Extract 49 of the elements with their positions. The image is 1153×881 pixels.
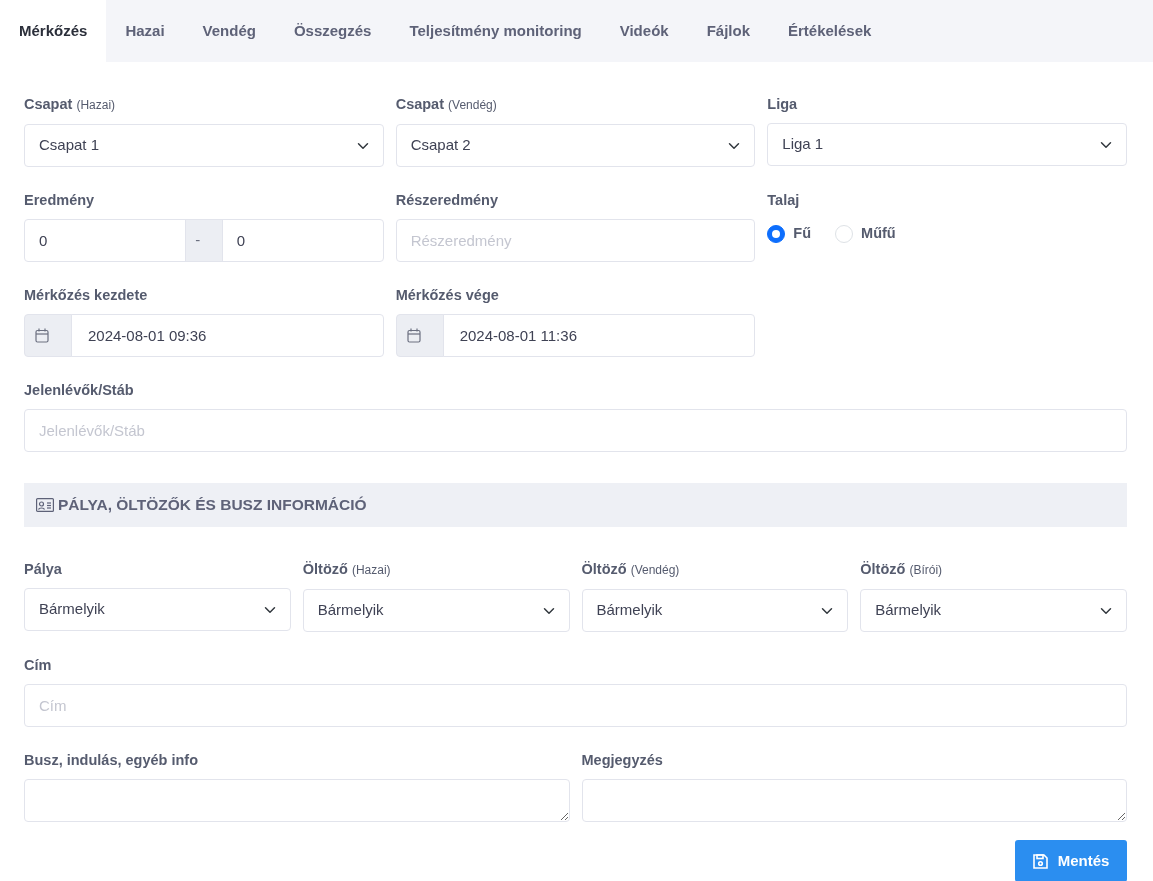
calendar-icon — [24, 314, 72, 357]
select-field[interactable]: Csapat 2 — [395, 124, 756, 167]
save-icon — [1032, 853, 1048, 869]
field-label: Részeredmény — [395, 191, 498, 210]
tab[interactable]: Értékelések — [769, 0, 891, 62]
date-field[interactable]: 2024-08-01 09:36 — [71, 314, 384, 357]
field-label: Öltöző (Hazai) — [302, 560, 391, 579]
tab[interactable]: Vendég — [183, 0, 275, 62]
score-field[interactable]: 0 — [221, 219, 384, 262]
field-label: Mérkőzés vége — [395, 286, 499, 305]
id-card-icon — [36, 498, 54, 512]
tab[interactable]: Összegzés — [274, 0, 391, 62]
select-field[interactable]: Bármelyik — [860, 589, 1127, 632]
radio-label: Műfű — [861, 224, 896, 243]
field-label: Megjegyzés — [581, 751, 663, 770]
section-title: PÁLYA, ÖLTÖZŐK ÉS BUSZ INFORMÁCIÓ — [58, 495, 367, 516]
radio-button[interactable] — [767, 224, 786, 243]
field-label: Jelenlévők/Stáb — [24, 381, 134, 400]
field-label: Cím — [24, 656, 52, 675]
field-label: Mérkőzés kezdete — [24, 286, 148, 305]
tab[interactable]: Videók — [600, 0, 688, 62]
field-label: Eredmény — [24, 191, 95, 210]
field-label: Öltöző (Vendég) — [581, 560, 680, 579]
radio-label: Fű — [793, 224, 812, 243]
select-field[interactable]: Csapat 1 — [24, 124, 384, 167]
field-label: Busz, indulás, egyéb info — [24, 751, 199, 770]
score-field[interactable]: 0 — [24, 219, 186, 262]
tab[interactable]: Hazai — [106, 0, 184, 62]
select-field[interactable]: Bármelyik — [24, 588, 291, 631]
tab[interactable]: Mérkőzés — [0, 0, 107, 62]
separator-label: - — [184, 219, 223, 262]
field-label: Talaj — [767, 191, 800, 210]
date-field[interactable]: 2024-08-01 11:36 — [442, 314, 756, 357]
input-field[interactable]: Részeredmény — [395, 219, 756, 262]
text-area[interactable] — [24, 779, 570, 822]
field-label: Csapat (Vendég) — [395, 95, 497, 114]
field-label: Liga — [767, 95, 798, 114]
select-field[interactable]: Bármelyik — [581, 589, 849, 632]
input-field[interactable]: Jelenlévők/Stáb — [24, 409, 1127, 452]
text-area[interactable] — [581, 779, 1127, 822]
input-field[interactable]: Cím — [24, 684, 1127, 727]
calendar-icon — [395, 314, 444, 357]
select-field[interactable]: Bármelyik — [302, 589, 570, 632]
field-label: Pálya — [24, 560, 62, 579]
select-field[interactable]: Liga 1 — [767, 123, 1127, 166]
tab[interactable]: Fájlok — [687, 0, 769, 62]
tab[interactable]: Teljesítmény monitoring — [390, 0, 601, 62]
field-label: Öltöző (Bírói) — [860, 560, 943, 579]
field-label: Csapat (Hazai) — [24, 95, 116, 114]
